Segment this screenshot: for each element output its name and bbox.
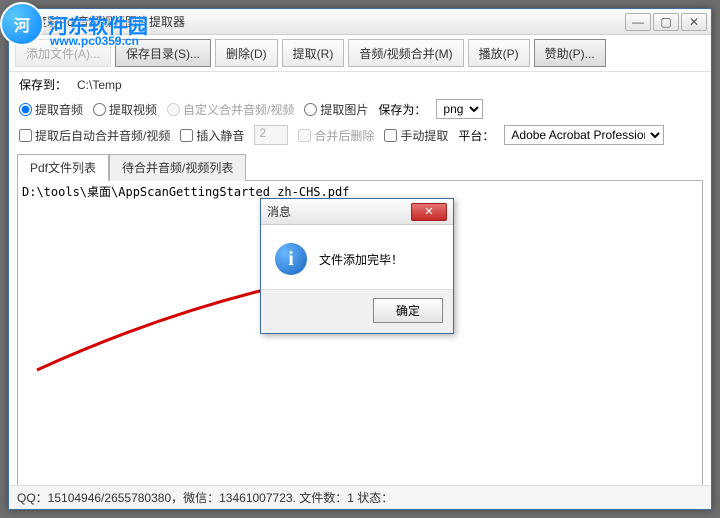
tab-merge-list[interactable]: 待合并音频/视频列表	[109, 154, 246, 181]
dialog-close-button[interactable]: ✕	[411, 203, 447, 221]
save-to-path: C:\Temp	[77, 78, 122, 92]
tabs: Pdf文件列表 待合并音频/视频列表	[17, 153, 703, 180]
platform-label: 平台：	[458, 127, 494, 144]
info-icon: i	[275, 243, 307, 275]
maximize-button[interactable]: ▢	[653, 13, 679, 31]
extract-video-radio[interactable]: 提取视频	[93, 101, 157, 118]
extract-audio-radio[interactable]: 提取音频	[19, 101, 83, 118]
platform-select[interactable]: Adobe Acrobat Professional	[504, 125, 664, 145]
minimize-button[interactable]: —	[625, 13, 651, 31]
delete-after-merge-checkbox[interactable]: 合并后删除	[298, 127, 374, 144]
manual-extract-checkbox[interactable]: 手动提取	[384, 127, 448, 144]
format-select[interactable]: png	[436, 99, 483, 119]
save-to-label: 保存到：	[19, 76, 67, 93]
auto-merge-checkbox[interactable]: 提取后自动合并音频/视频	[19, 127, 170, 144]
watermark-url: www.pc0359.cn	[50, 34, 139, 48]
delete-button[interactable]: 删除(D)	[215, 39, 278, 67]
silence-seconds-spinner[interactable]: 2	[254, 125, 288, 145]
dialog-titlebar: 消息 ✕	[261, 199, 453, 225]
play-button[interactable]: 播放(P)	[468, 39, 530, 67]
dialog-ok-button[interactable]: 确定	[373, 298, 443, 323]
custom-merge-radio[interactable]: 自定义合并音频/视频	[167, 101, 294, 118]
window-title: 度彩Pdf音频视频图片提取器	[35, 13, 625, 30]
close-button[interactable]: ✕	[681, 13, 707, 31]
app-icon	[13, 14, 29, 30]
sponsor-button[interactable]: 赞助(P)...	[534, 39, 606, 67]
av-merge-button[interactable]: 音频/视频合并(M)	[348, 39, 463, 67]
extract-image-radio[interactable]: 提取图片	[304, 101, 368, 118]
status-text: QQ：15104946/2655780380，微信：13461007723. 文…	[17, 489, 393, 506]
insert-silence-checkbox[interactable]: 插入静音	[180, 127, 244, 144]
options-panel: 保存到： C:\Temp 提取音频 提取视频 自定义合并音频/视频 提取图片 保…	[9, 72, 711, 149]
message-dialog: 消息 ✕ i 文件添加完毕！ 确定	[260, 198, 454, 334]
titlebar: 度彩Pdf音频视频图片提取器 — ▢ ✕	[9, 9, 711, 35]
save-as-label: 保存为：	[378, 101, 426, 118]
dialog-message: 文件添加完毕！	[319, 251, 403, 268]
status-bar: QQ：15104946/2655780380，微信：13461007723. 文…	[9, 485, 711, 509]
extract-button[interactable]: 提取(R)	[282, 39, 345, 67]
dialog-title: 消息	[267, 203, 411, 220]
tab-pdf-list[interactable]: Pdf文件列表	[17, 154, 109, 181]
